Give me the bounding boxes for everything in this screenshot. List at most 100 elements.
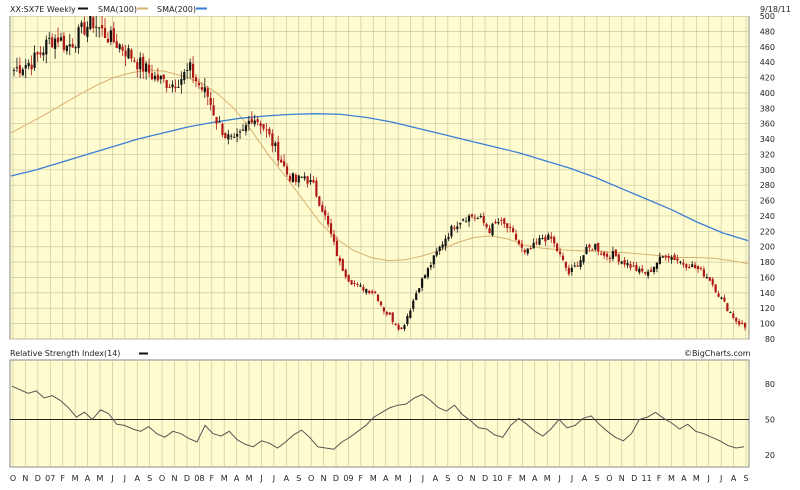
candle-body: [429, 265, 432, 268]
candle-body: [629, 264, 632, 268]
candle-body: [112, 28, 115, 43]
price-plot-area: [9, 15, 750, 340]
candle-body: [212, 105, 215, 116]
candle-body: [282, 161, 286, 167]
y-tick-label: 380: [760, 104, 775, 113]
y-tick-label: 160: [760, 273, 775, 282]
candle-body: [373, 291, 377, 293]
candle-body: [27, 63, 30, 67]
rsi-panel: O N D 07 F M A M J J A S O N D 08 F M A M J J A S O N D 09 F M A M J J A S O…: [9, 359, 775, 483]
candle-body: [109, 30, 112, 42]
candle-body: [36, 52, 39, 55]
candle-body: [447, 236, 450, 240]
candle-body: [247, 120, 250, 125]
x-tick-label: D: [35, 474, 41, 483]
candle-body: [406, 316, 409, 324]
candle-body: [200, 87, 203, 90]
candle-body: [118, 44, 121, 50]
rsi-title: Relative Strength Index(14): [10, 349, 120, 358]
candle-body: [30, 64, 33, 70]
candle-body: [71, 43, 74, 48]
candle-body: [327, 216, 330, 225]
x-tick-label: M: [668, 474, 675, 483]
candle-body: [459, 222, 462, 225]
candle-body: [62, 35, 66, 50]
candle-body: [597, 242, 600, 252]
candle-body: [538, 237, 541, 245]
x-tick-label: M: [246, 474, 253, 483]
candle-body: [233, 136, 236, 138]
candle-body: [711, 279, 714, 285]
candle-body: [732, 313, 735, 318]
y-tick-label: 120: [760, 304, 775, 313]
x-tick-label: D: [631, 474, 637, 483]
candle-body: [553, 237, 556, 244]
x-tick-label: N: [470, 474, 476, 483]
candle-body: [602, 252, 606, 256]
y-tick-label: 220: [760, 227, 775, 236]
candle-body: [644, 272, 647, 274]
candle-body: [693, 264, 697, 269]
candle-body: [726, 303, 729, 312]
candle-body: [77, 27, 80, 49]
candle-body: [215, 116, 218, 124]
x-tick-label: M: [395, 474, 402, 483]
x-tick-label: M: [544, 474, 551, 483]
x-tick-label: M: [97, 474, 104, 483]
candle-body: [453, 227, 456, 229]
candle-body: [121, 46, 124, 51]
candle-body: [570, 267, 573, 272]
candle-body: [59, 37, 63, 41]
y-tick-label: 140: [760, 289, 775, 298]
x-tick-label: F: [60, 474, 65, 483]
x-tick-label: 10: [492, 474, 502, 483]
candle-body: [344, 269, 347, 277]
candle-body: [541, 237, 544, 240]
candle-body: [620, 261, 623, 264]
candle-body: [444, 238, 447, 247]
candle-body: [679, 261, 682, 263]
x-tick-label: A: [433, 474, 439, 483]
candle-body: [632, 265, 635, 267]
x-tick-label: S: [743, 474, 748, 483]
candle-body: [564, 262, 568, 268]
candle-body: [98, 27, 101, 29]
x-tick-label: J: [272, 474, 275, 483]
candle-body: [511, 228, 515, 232]
x-tick-label: A: [731, 474, 737, 483]
watermark: ©BigCharts.com: [684, 349, 751, 358]
candle-body: [74, 47, 77, 49]
x-tick-label: O: [308, 474, 314, 483]
candle-body: [288, 175, 292, 181]
candle-body: [655, 262, 659, 269]
candle-body: [95, 26, 98, 28]
candle-body: [150, 73, 154, 80]
candle-body: [638, 268, 641, 273]
x-tick-label: J: [408, 474, 411, 483]
y-tick-label: 320: [760, 150, 775, 159]
candle-body: [147, 64, 151, 73]
candle-body: [329, 223, 333, 234]
candle-body: [259, 123, 262, 127]
x-tick-label: J: [123, 474, 126, 483]
candle-body: [224, 132, 227, 139]
candle-body: [277, 141, 280, 161]
x-tick-label: A: [383, 474, 389, 483]
y-tick-label: 340: [760, 135, 775, 144]
candle-body: [382, 307, 386, 312]
x-tick-label: F: [508, 474, 513, 483]
candle-body: [682, 262, 685, 265]
candle-body: [482, 215, 485, 223]
x-tick-label: D: [333, 474, 339, 483]
candle-body: [189, 62, 192, 71]
candle-body: [658, 256, 661, 264]
candle-body: [520, 244, 523, 248]
candle-body: [241, 129, 245, 131]
candle-body: [473, 217, 477, 219]
candle-body: [51, 37, 54, 48]
candle-body: [394, 323, 397, 326]
candle-body: [332, 234, 336, 242]
candle-body: [544, 236, 547, 242]
price-panel: 80 100 120 140 160 180 200 220 240 260 280 300 320 34…: [9, 8, 775, 344]
candle-body: [174, 86, 177, 89]
